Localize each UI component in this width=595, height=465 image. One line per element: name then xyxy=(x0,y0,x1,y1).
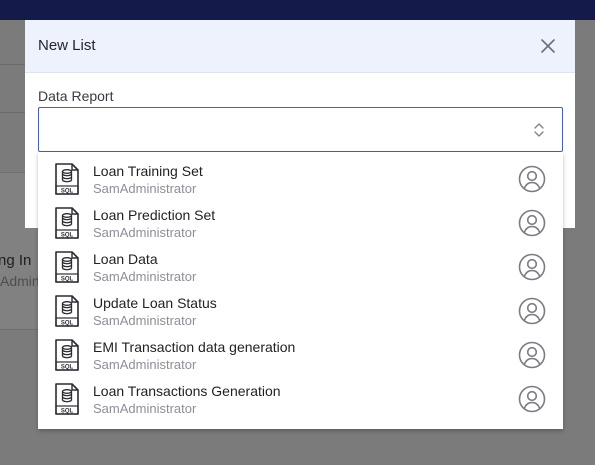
data-report-select[interactable] xyxy=(38,107,563,152)
report-option-owner: SamAdministrator xyxy=(93,313,197,328)
user-avatar-icon xyxy=(518,165,546,193)
svg-text:SQL: SQL xyxy=(61,277,74,283)
close-icon xyxy=(541,39,555,53)
report-option-title: Loan Data xyxy=(93,251,158,267)
sql-file-icon: SQL xyxy=(55,163,79,195)
dialog-header: New List xyxy=(25,20,575,73)
user-avatar-icon xyxy=(518,209,546,237)
sql-file-icon: SQL xyxy=(55,207,79,239)
sql-file-icon: SQL xyxy=(55,295,79,327)
background-card-title: ng In xyxy=(0,252,32,269)
user-avatar-icon xyxy=(518,341,546,369)
report-option[interactable]: SQL Update Loan Status SamAdministrator xyxy=(38,290,563,334)
user-avatar-icon xyxy=(518,253,546,281)
close-button[interactable] xyxy=(537,35,559,57)
report-option-owner: SamAdministrator xyxy=(93,401,197,416)
report-option[interactable]: SQL EMI Transaction data generation SamAd… xyxy=(38,334,563,378)
report-option-owner: SamAdministrator xyxy=(93,225,197,240)
report-option-title: Loan Prediction Set xyxy=(93,207,216,223)
report-option-owner: SamAdministrator xyxy=(93,269,197,284)
report-option[interactable]: SQL Loan Prediction Set SamAdministrator xyxy=(38,202,563,246)
report-option-owner: SamAdministrator xyxy=(93,357,197,372)
chevron-up-down-icon xyxy=(534,123,544,137)
svg-text:SQL: SQL xyxy=(61,189,74,195)
sql-file-icon: SQL xyxy=(55,339,79,371)
report-option[interactable]: SQL Loan Transactions Generation SamAdmin… xyxy=(38,378,563,422)
app-top-bar xyxy=(0,0,595,20)
data-report-dropdown: SQL Loan Training Set SamAdministrator SQ… xyxy=(38,152,563,429)
svg-text:SQL: SQL xyxy=(61,233,74,239)
report-option-title: Loan Transactions Generation xyxy=(93,383,281,399)
report-option-owner: SamAdministrator xyxy=(93,181,197,196)
user-avatar-icon xyxy=(518,385,546,413)
user-avatar-icon xyxy=(518,297,546,325)
divider xyxy=(0,64,25,65)
dialog-title: New List xyxy=(38,37,96,54)
sql-file-icon: SQL xyxy=(55,383,79,415)
background-card-subtitle: Admin xyxy=(0,273,40,289)
report-option[interactable]: SQL Loan Data SamAdministrator xyxy=(38,246,563,290)
svg-text:SQL: SQL xyxy=(61,365,74,371)
sql-file-icon: SQL xyxy=(55,251,79,283)
svg-text:SQL: SQL xyxy=(61,409,74,415)
report-option[interactable]: SQL Loan Training Set SamAdministrator xyxy=(38,158,563,202)
report-option-title: Update Loan Status xyxy=(93,295,217,311)
report-option-title: Loan Training Set xyxy=(93,163,203,179)
svg-text:SQL: SQL xyxy=(61,321,74,327)
data-report-label: Data Report xyxy=(38,88,114,104)
divider xyxy=(0,112,25,113)
report-option-title: EMI Transaction data generation xyxy=(93,339,296,355)
